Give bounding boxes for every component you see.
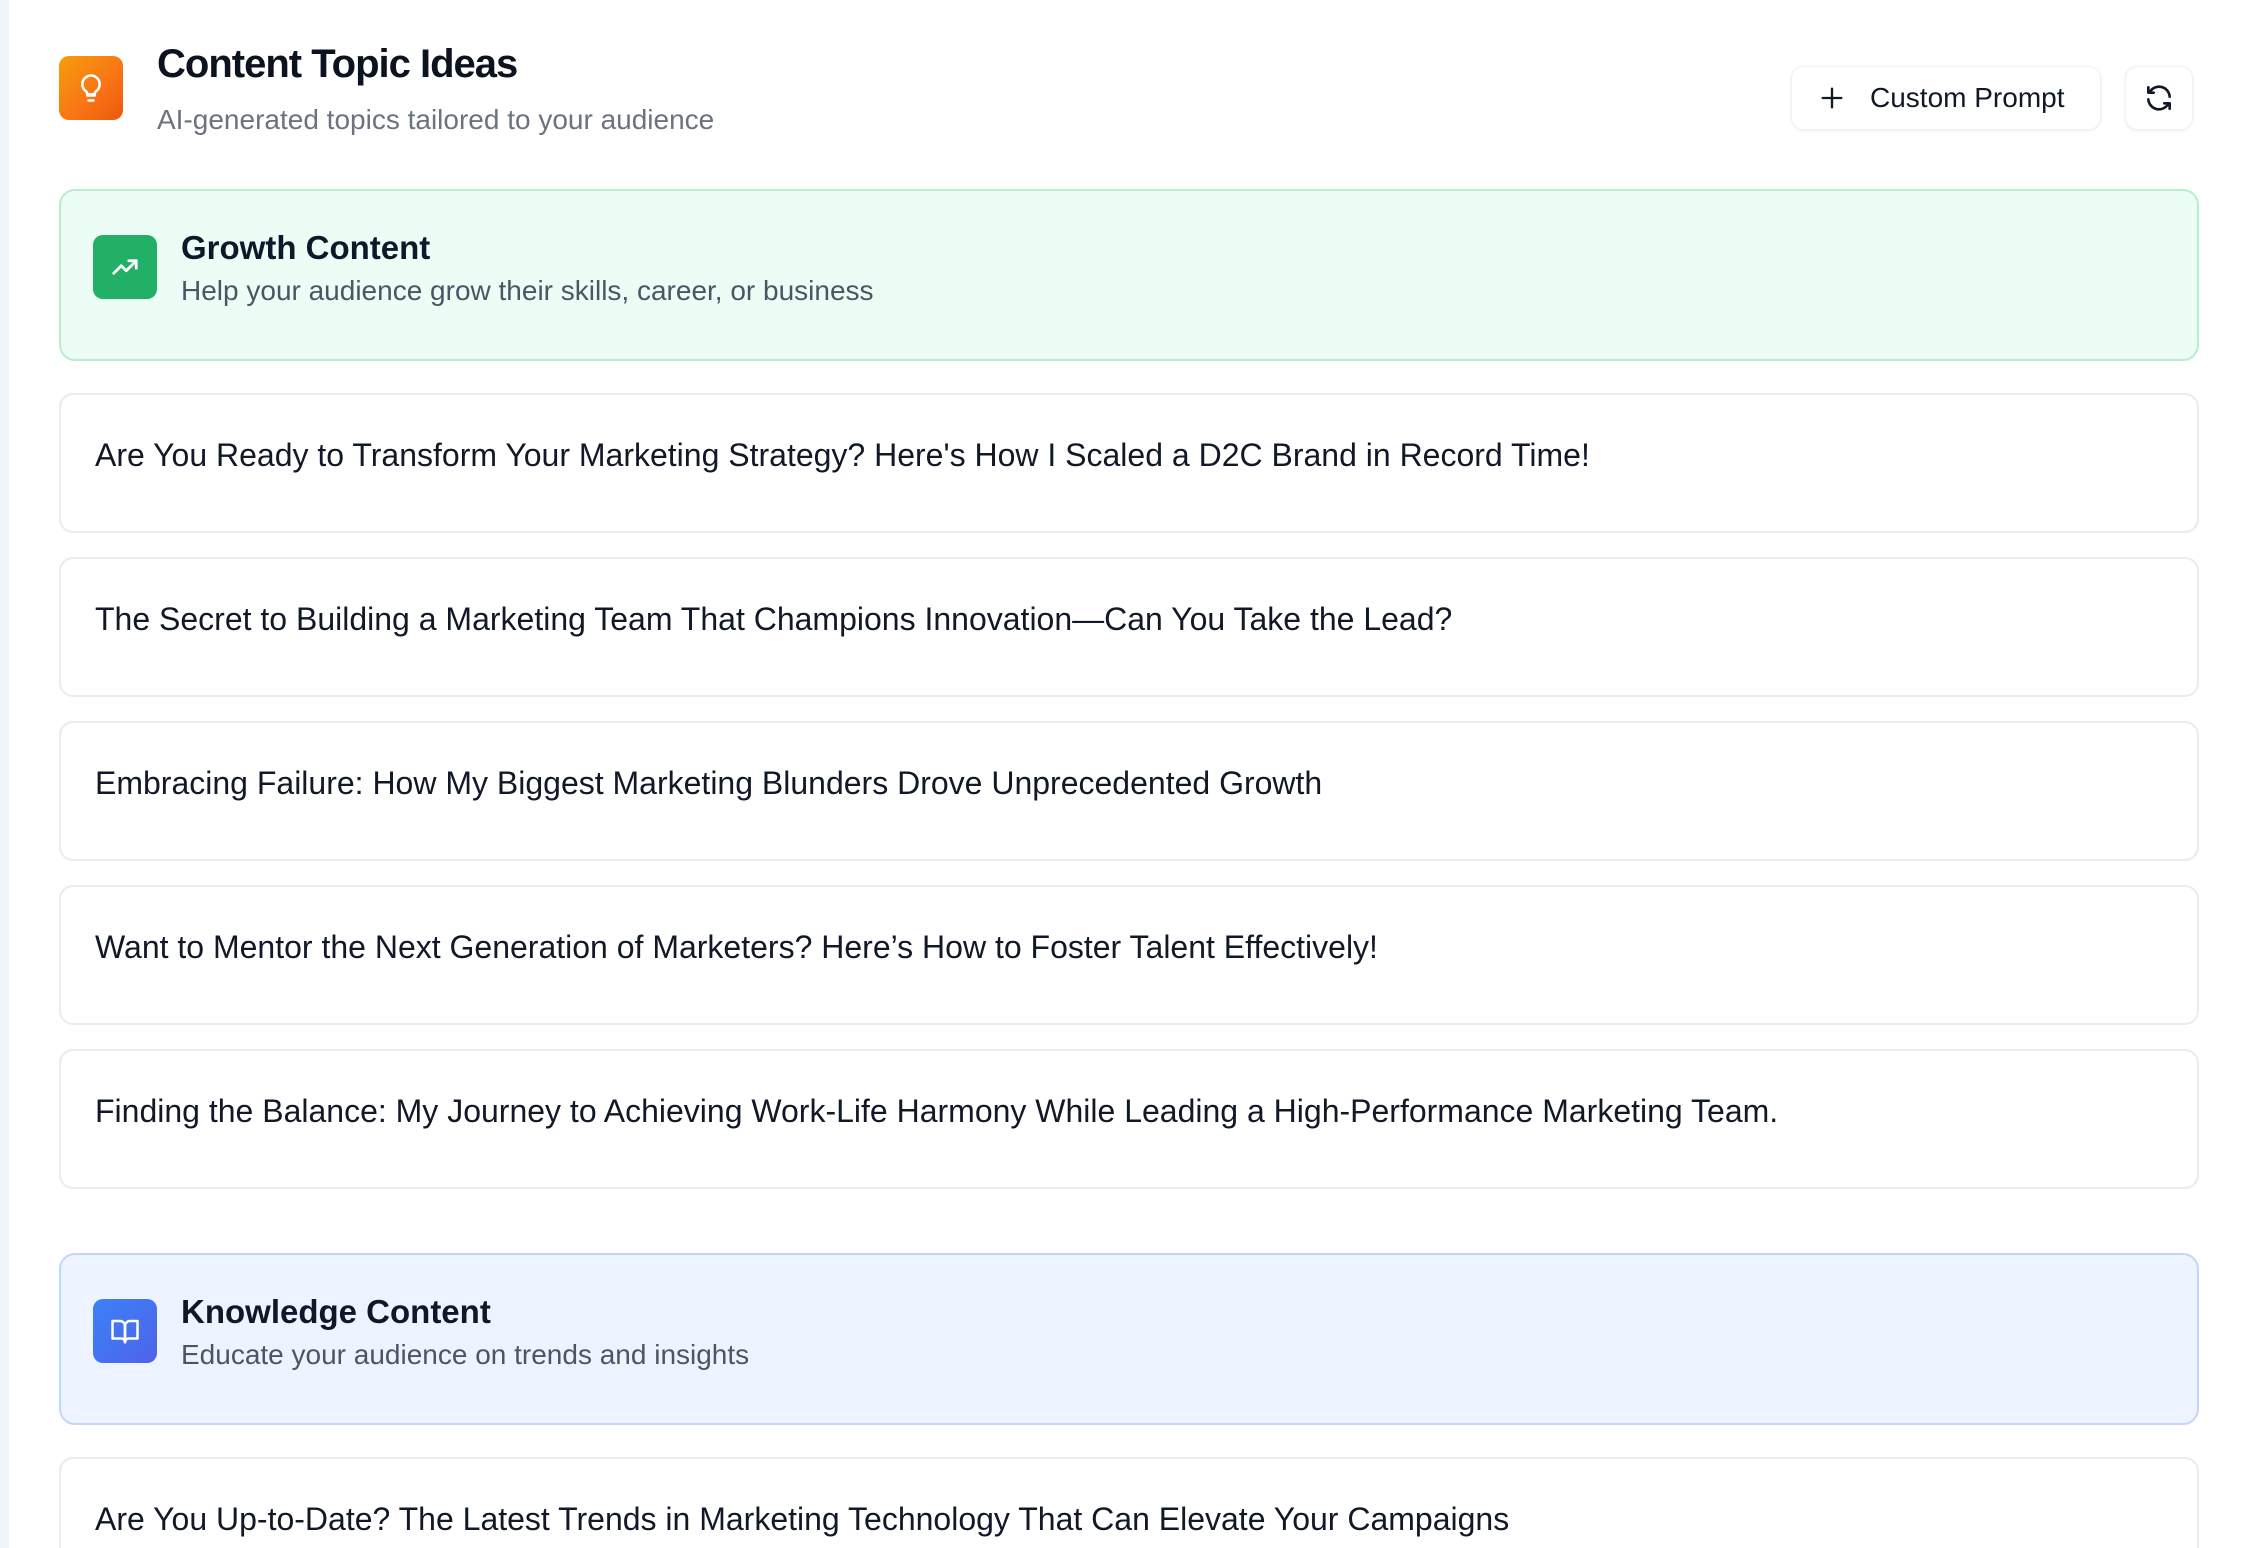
book-open-icon [93, 1299, 157, 1363]
topic-card[interactable]: Embracing Failure: How My Biggest Market… [59, 721, 2199, 861]
topic-card[interactable]: Want to Mentor the Next Generation of Ma… [59, 885, 2199, 1025]
section-knowledge-content: Knowledge Content Educate your audience … [59, 1253, 2199, 1425]
section-description: Educate your audience on trends and insi… [181, 1339, 750, 1370]
page-title: Content Topic Ideas [157, 42, 518, 86]
custom-prompt-label: Custom Prompt [1870, 82, 2065, 113]
topic-card[interactable]: Are You Ready to Transform Your Marketin… [59, 393, 2199, 533]
topic-card[interactable]: The Secret to Building a Marketing Team … [59, 557, 2199, 697]
topic-text: Finding the Balance: My Journey to Achie… [95, 1093, 1779, 1129]
page-header: Content Topic Ideas AI-generated topics … [59, 40, 2207, 150]
section-title: Growth Content [181, 229, 431, 266]
topic-card[interactable]: Are You Up-to-Date? The Latest Trends in… [59, 1457, 2199, 1548]
plus-icon [1821, 87, 1843, 109]
page-subtitle: AI-generated topics tailored to your aud… [157, 104, 715, 135]
section-title: Knowledge Content [181, 1293, 491, 1330]
content-topic-ideas-page: Content Topic Ideas AI-generated topics … [9, 0, 2255, 1548]
topic-text: Want to Mentor the Next Generation of Ma… [95, 929, 1378, 965]
section-description: Help your audience grow their skills, ca… [181, 275, 874, 306]
lightbulb-icon [59, 56, 123, 120]
refresh-button[interactable] [2125, 66, 2193, 130]
topic-card[interactable]: Finding the Balance: My Journey to Achie… [59, 1049, 2199, 1189]
section-growth-content: Growth Content Help your audience grow t… [59, 189, 2199, 361]
topic-text: Are You Ready to Transform Your Marketin… [95, 437, 1590, 473]
topic-text: The Secret to Building a Marketing Team … [95, 601, 1453, 637]
topic-text: Are You Up-to-Date? The Latest Trends in… [95, 1501, 1510, 1537]
topic-text: Embracing Failure: How My Biggest Market… [95, 765, 1323, 801]
custom-prompt-button[interactable]: Custom Prompt [1791, 66, 2101, 130]
refresh-icon [2147, 85, 2171, 111]
trending-up-icon [93, 235, 157, 299]
